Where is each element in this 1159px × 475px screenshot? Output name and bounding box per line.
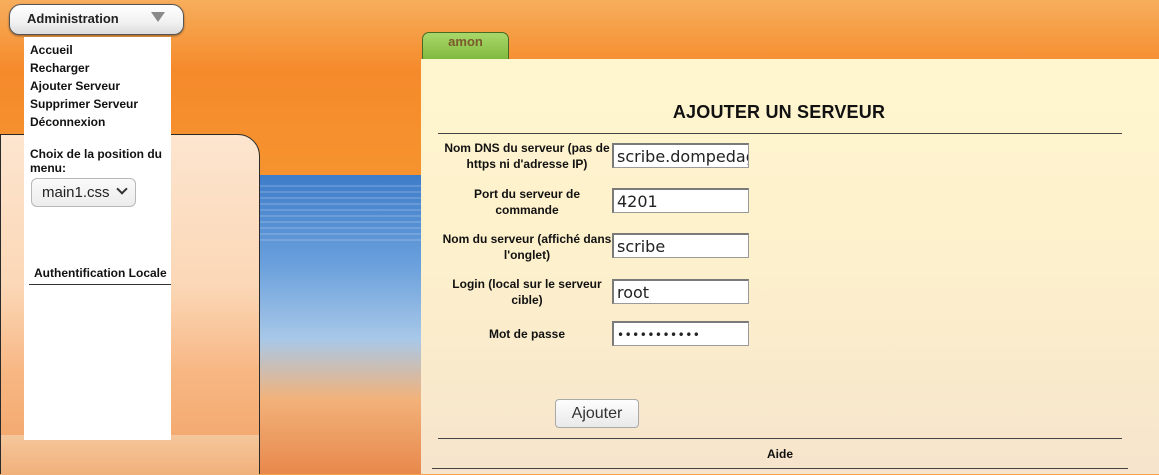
add-server-button[interactable]: Ajouter: [555, 399, 639, 428]
password-label: Mot de passe: [488, 327, 566, 341]
login-label: Login (local sur le serveur cible): [452, 277, 602, 307]
tab-amon-label: amon: [448, 34, 483, 49]
menu-position-label: Choix de la position du menu:: [30, 147, 162, 175]
dns-name-input[interactable]: scribe.dompedagogique: [612, 143, 749, 168]
menu-item-deconnexion[interactable]: Déconnexion: [30, 115, 105, 129]
menu-position-select-value: main1.css: [42, 184, 110, 201]
auth-label: Authentification Locale: [34, 266, 167, 280]
help-label: Aide: [766, 447, 793, 461]
server-name-input[interactable]: scribe: [612, 233, 749, 258]
login-input[interactable]: root: [612, 279, 749, 304]
divider: [438, 438, 1122, 439]
menu-item-ajouter-serveur[interactable]: Ajouter Serveur: [30, 79, 120, 93]
divider: [432, 468, 1128, 469]
administration-dropdown[interactable]: Administration: [9, 4, 184, 35]
background-sky-image: [260, 175, 430, 474]
server-name-label: Nom du serveur (affiché dans l'onglet): [442, 232, 612, 262]
menu-item-recharger[interactable]: Recharger: [30, 61, 89, 75]
menu-item-accueil[interactable]: Accueil: [30, 43, 73, 57]
menu-position-select[interactable]: main1.css: [31, 178, 136, 207]
page-title: AJOUTER UN SERVEUR: [672, 102, 886, 122]
chevron-down-icon: [116, 183, 128, 195]
command-port-label: Port du serveur de commande: [473, 187, 581, 217]
dropdown-arrow-icon[interactable]: [151, 12, 165, 22]
menu-item-supprimer-serveur[interactable]: Supprimer Serveur: [30, 97, 138, 111]
main-content: AJOUTER UN SERVEUR Nom DNS du serveur (p…: [421, 59, 1159, 474]
password-input[interactable]: •••••••••••: [612, 321, 749, 346]
administration-title: Administration: [27, 11, 119, 26]
divider: [29, 284, 171, 285]
admin-menu-panel: Accueil Recharger Ajouter Serveur Suppri…: [24, 37, 171, 440]
divider: [438, 133, 1122, 134]
dns-name-label: Nom DNS du serveur (pas de https ni d'ad…: [444, 141, 610, 171]
tab-amon[interactable]: amon: [422, 32, 509, 60]
command-port-input[interactable]: 4201: [612, 188, 749, 213]
